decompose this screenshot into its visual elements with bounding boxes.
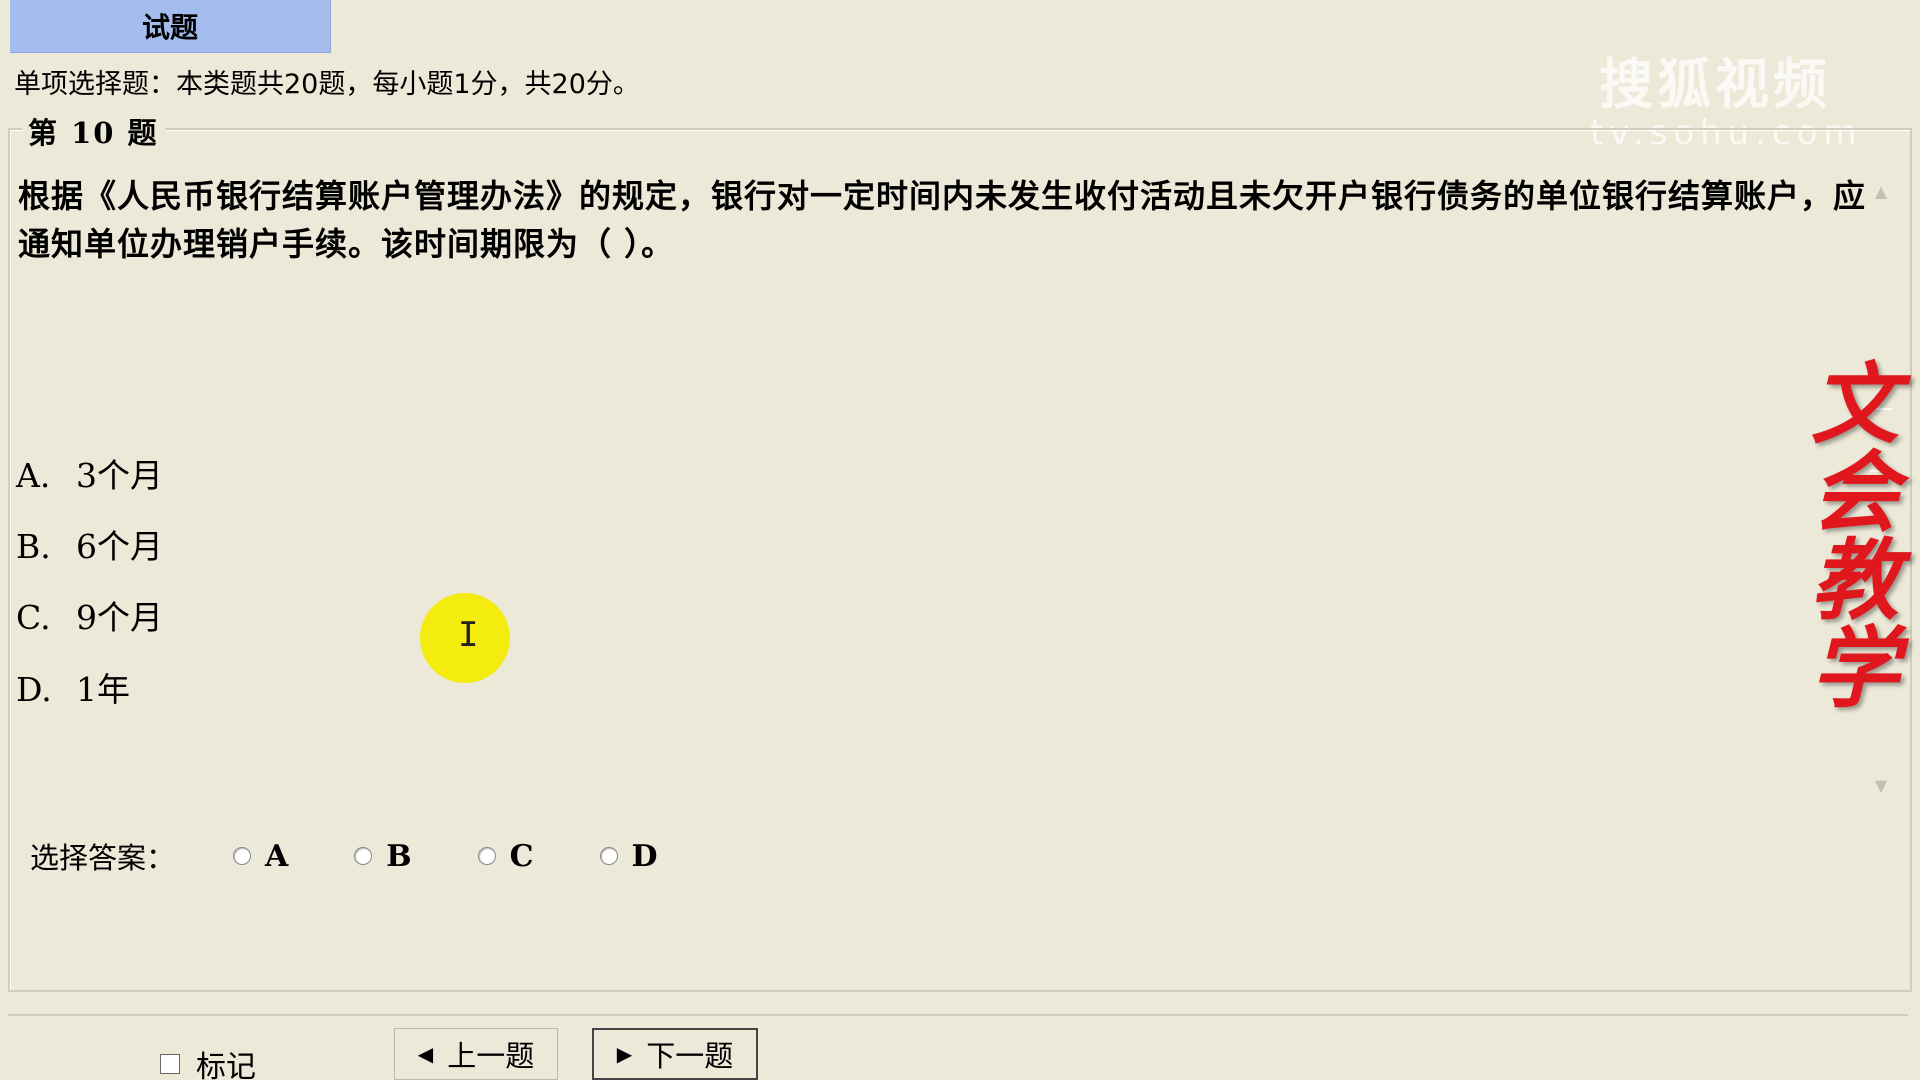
option-letter: D. [16, 670, 52, 709]
question-text: 根据《人民币银行结算账户管理办法》的规定，银行对一定时间内未发生收付活动且未欠开… [18, 177, 1867, 263]
answer-radio-a[interactable]: A [233, 839, 288, 874]
option-text: 9个月 [76, 598, 163, 637]
exam-window: 试题 单项选择题：本类题共20题，每小题1分，共20分。 搜狐视频 tv.soh… [0, 0, 1920, 1080]
watermark-title: 搜狐视频 [1599, 53, 1831, 116]
brand-logo-vertical: 文 会 教 学 [1800, 360, 1910, 712]
section-instruction: 单项选择题：本类题共20题，每小题1分，共20分。 [14, 69, 640, 100]
option-c: C. 9个月 [16, 598, 163, 638]
option-letter: C. [16, 598, 51, 637]
prev-question-button[interactable]: ◀ 上一题 [394, 1028, 558, 1080]
option-a: A. 3个月 [16, 456, 163, 496]
tab-question[interactable]: 试题 [10, 0, 331, 53]
option-letter: B. [16, 527, 51, 566]
triangle-right-icon: ▶ [616, 1042, 633, 1066]
answer-radio-b[interactable]: B [354, 838, 412, 874]
radio-label: D [631, 838, 658, 874]
brand-char: 文 [1810, 352, 1899, 456]
next-label: 下一题 [646, 1039, 734, 1073]
prev-label: 上一题 [447, 1039, 535, 1073]
answer-label: 选择答案： [30, 841, 176, 875]
answer-selector: 选择答案： A B C D [30, 836, 724, 876]
option-text: 3个月 [76, 456, 163, 495]
option-b: B. 6个月 [16, 527, 163, 567]
tab-question-label: 试题 [141, 11, 198, 44]
radio-button[interactable] [477, 847, 496, 865]
brand-char: 会 [1810, 440, 1899, 544]
radio-label: C [509, 838, 534, 874]
radio-label: A [265, 838, 289, 874]
option-text: 6个月 [76, 527, 163, 566]
answer-radio-d[interactable]: D [599, 838, 658, 874]
answer-radio-c[interactable]: C [477, 838, 534, 874]
mark-checkbox[interactable]: 标记 [160, 1042, 256, 1080]
question-number: 第 10 题 [22, 110, 165, 152]
brand-char: 学 [1810, 616, 1899, 720]
radio-button[interactable] [599, 847, 618, 865]
mark-label: 标记 [196, 1050, 256, 1080]
option-d: D. 1年 [16, 670, 130, 710]
brand-char: 教 [1810, 528, 1899, 632]
option-text: 1年 [76, 670, 130, 709]
radio-label: B [386, 838, 412, 874]
checkbox-icon[interactable] [160, 1054, 180, 1074]
chevron-up-icon[interactable]: ▲ [1868, 178, 1894, 204]
next-question-button[interactable]: ▶ 下一题 [592, 1028, 758, 1080]
bottom-toolbar [8, 1014, 1908, 1080]
triangle-left-icon: ◀ [417, 1042, 434, 1066]
text-cursor-icon: I [458, 615, 479, 655]
radio-button[interactable] [233, 847, 252, 865]
option-letter: A. [16, 456, 51, 495]
radio-button[interactable] [354, 847, 373, 865]
chevron-down-icon[interactable]: ▼ [1868, 772, 1894, 798]
